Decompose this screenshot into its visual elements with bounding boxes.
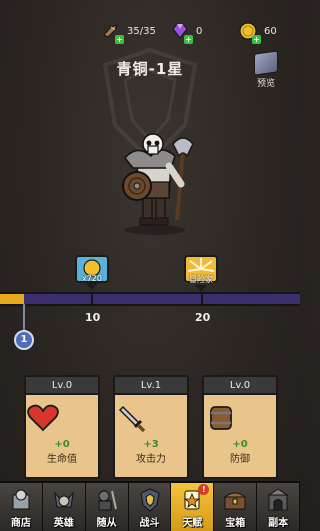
talent-name: 防御 xyxy=(230,454,250,465)
talent-card-health[interactable]: Lv.0 +0 生命值 xyxy=(24,375,100,479)
level-marker-10: 10 xyxy=(85,311,101,324)
nav-tab-chest[interactable]: 宝箱 xyxy=(214,483,258,531)
gold-resource[interactable]: + 60 xyxy=(238,20,277,44)
talent-bonus: +0 xyxy=(54,439,70,450)
current-level-stem xyxy=(23,304,25,330)
talent-bonus: +3 xyxy=(143,439,159,450)
nav-tab-battle[interactable]: 战斗 xyxy=(128,483,172,531)
talent-name: 攻击力 xyxy=(136,454,166,465)
heart-icon xyxy=(27,404,59,432)
gem-value: 0 xyxy=(196,25,203,37)
nav-label: 随从 xyxy=(96,518,117,529)
level-marker-20: 20 xyxy=(195,311,211,324)
gem-icon: + xyxy=(170,21,193,44)
battle-icon xyxy=(139,488,160,512)
stamina-value: 35/35 xyxy=(127,25,156,37)
track-tick xyxy=(91,294,93,304)
dungeon-icon xyxy=(267,488,289,511)
add-gold-icon[interactable]: + xyxy=(252,35,261,44)
nav-label: 商店 xyxy=(10,518,31,529)
gold-value: 60 xyxy=(264,25,277,37)
talent-progress-track xyxy=(0,292,300,306)
nav-tab-talent[interactable]: ! 天赋 xyxy=(171,483,215,531)
gold-coin-icon: + xyxy=(238,21,261,44)
milestone-reward-20[interactable]: 冒险家 xyxy=(184,255,218,292)
preview-button[interactable]: 预览 xyxy=(248,50,284,89)
nav-label: 副本 xyxy=(268,518,289,529)
track-tick xyxy=(201,294,203,304)
progress-fill xyxy=(0,294,24,304)
preview-label: 预览 xyxy=(256,79,275,89)
nav-label: 战斗 xyxy=(139,518,160,529)
gem-resource[interactable]: + 0 xyxy=(170,20,203,44)
stamina-resource[interactable]: + 35/35 xyxy=(101,20,156,44)
chest-icon xyxy=(223,492,247,510)
talent-name: 生命值 xyxy=(47,454,77,465)
nav-label: 天赋 xyxy=(182,518,203,529)
nav-label: 宝箱 xyxy=(225,518,246,529)
dagger-icon xyxy=(118,405,146,433)
nav-tab-dungeon[interactable]: 副本 xyxy=(257,483,301,531)
talent-bonus: +0 xyxy=(232,439,248,450)
milestone-reward-10[interactable]: x720 xyxy=(75,255,109,290)
hero-icon xyxy=(54,491,74,508)
current-level-pin: 1 xyxy=(14,330,34,350)
stamina-icon: + xyxy=(101,21,124,44)
hero-character xyxy=(122,133,194,235)
talent-level: Lv.1 xyxy=(115,377,187,395)
milestone-reward-label: x720 xyxy=(81,274,102,283)
barrel-icon xyxy=(210,406,232,430)
talent-card-attack[interactable]: Lv.1 +3 攻击力 xyxy=(113,375,189,479)
follower-icon xyxy=(98,490,117,511)
nav-tab-follower[interactable]: 随从 xyxy=(85,483,129,531)
talent-level: Lv.0 xyxy=(204,377,276,395)
talent-card-defense[interactable]: Lv.0 +0 防御 xyxy=(202,375,278,479)
nav-tab-shop[interactable]: 商店 xyxy=(0,483,43,531)
book-icon xyxy=(254,50,278,76)
add-stamina-icon[interactable]: + xyxy=(115,35,124,44)
add-gem-icon[interactable]: + xyxy=(184,35,193,44)
notification-badge: ! xyxy=(198,484,210,495)
nav-tab-hero[interactable]: 英雄 xyxy=(42,483,86,531)
milestone-reward-label: 冒险家 xyxy=(189,275,213,284)
milestone-pointer xyxy=(195,285,207,292)
bottom-nav: 商店 英雄 随从 战斗 ! 天赋 宝箱 副本 xyxy=(0,481,301,531)
shop-icon xyxy=(12,489,30,510)
nav-label: 英雄 xyxy=(53,518,74,529)
talent-level: Lv.0 xyxy=(26,377,98,395)
